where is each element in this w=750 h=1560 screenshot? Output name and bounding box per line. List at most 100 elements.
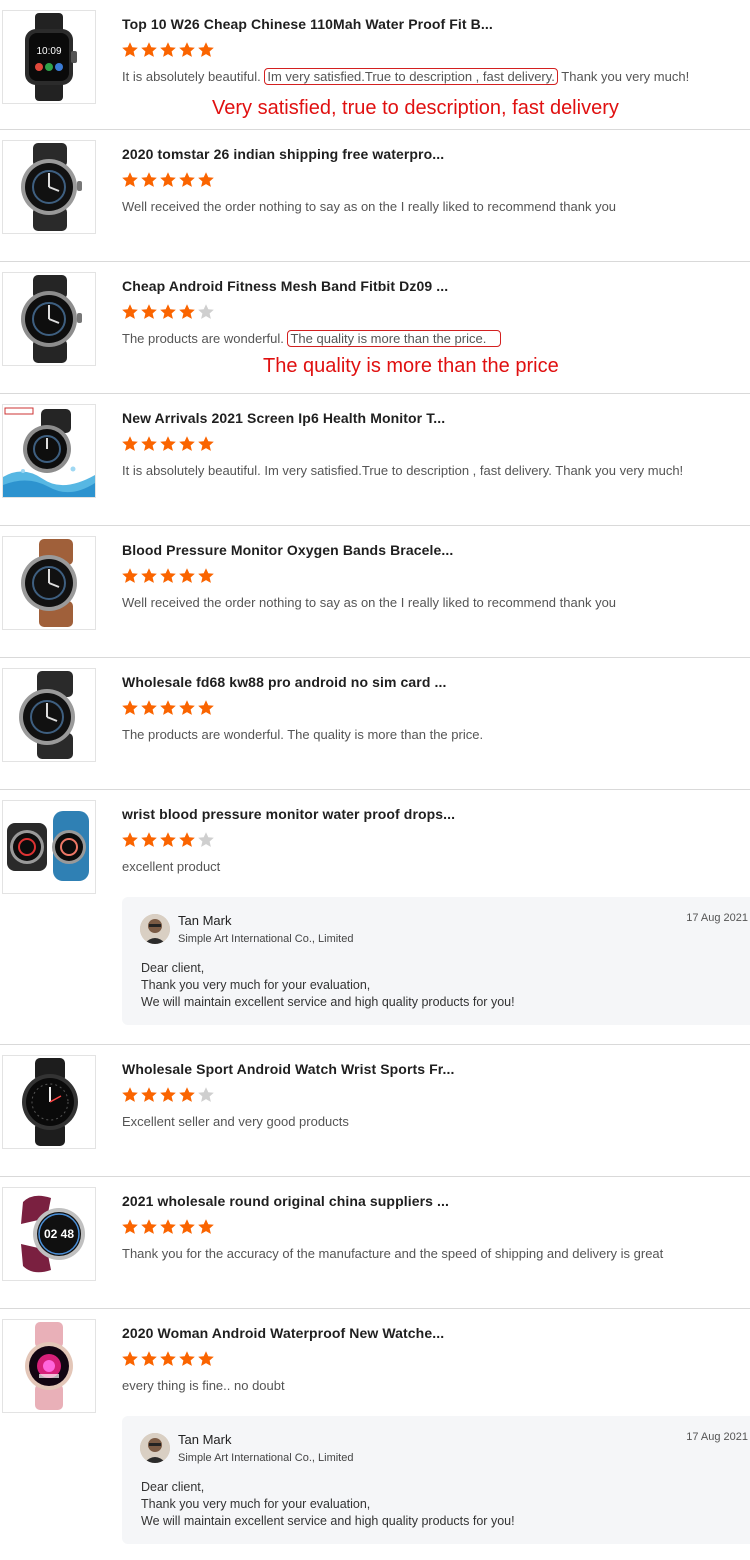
seller-company[interactable]: Simple Art International Co., Limited xyxy=(178,933,353,945)
leather-strap-smartwatch-icon xyxy=(21,539,77,627)
review-comment: The products are wonderful. The quality … xyxy=(122,727,484,742)
black-round-smartwatch-icon xyxy=(22,1058,78,1146)
star-filled-icon xyxy=(160,42,176,57)
star-rating xyxy=(121,831,215,851)
star-filled-icon xyxy=(141,1087,157,1102)
square-smartwatch-icon: 10:09 xyxy=(25,13,77,101)
star-filled-icon xyxy=(122,304,138,319)
two-smartwatches-icon xyxy=(7,811,89,881)
star-rating xyxy=(121,699,215,719)
star-rating xyxy=(121,1350,215,1370)
star-filled-icon xyxy=(198,1219,214,1234)
star-filled-icon xyxy=(122,1087,138,1102)
star-filled-icon xyxy=(179,42,195,57)
star-filled-icon xyxy=(122,700,138,715)
star-filled-icon xyxy=(122,832,138,847)
star-rating xyxy=(121,1218,215,1238)
product-title[interactable]: 2020 Woman Android Waterproof New Watche… xyxy=(122,1325,444,1341)
svg-text:10:09: 10:09 xyxy=(36,46,61,57)
review-item: 2020 Woman Android Waterproof New Watche… xyxy=(0,1309,750,1560)
pink-strap-smartwatch-icon xyxy=(25,1322,73,1410)
star-filled-icon xyxy=(198,436,214,451)
product-thumbnail[interactable] xyxy=(2,140,96,234)
star-filled-icon xyxy=(122,42,138,57)
product-thumbnail[interactable] xyxy=(2,1319,96,1413)
star-filled-icon xyxy=(141,42,157,57)
product-thumbnail[interactable] xyxy=(2,272,96,366)
annotation-callout: The quality is more than the price xyxy=(263,355,559,377)
star-filled-icon xyxy=(179,832,195,847)
star-filled-icon xyxy=(179,1219,195,1234)
product-thumbnail[interactable]: 10:09 xyxy=(2,10,96,104)
star-filled-icon xyxy=(141,172,157,187)
star-filled-icon xyxy=(160,1087,176,1102)
star-filled-icon xyxy=(179,1087,195,1102)
review-comment: Thank you for the accuracy of the manufa… xyxy=(122,1246,664,1261)
star-filled-icon xyxy=(141,436,157,451)
product-thumbnail[interactable]: 02 48 xyxy=(2,1187,96,1281)
product-title[interactable]: wrist blood pressure monitor water proof… xyxy=(122,806,455,822)
product-thumbnail[interactable] xyxy=(2,800,96,894)
review-item: 10:09 Top 10 W26 Cheap Chinese 110Mah Wa… xyxy=(0,0,750,130)
purple-strap-smartwatch-icon: 02 48 xyxy=(21,1195,85,1273)
review-item: Blood Pressure Monitor Oxygen Bands Brac… xyxy=(0,526,750,658)
product-title[interactable]: 2021 wholesale round original china supp… xyxy=(122,1193,449,1209)
star-filled-icon xyxy=(160,700,176,715)
product-thumbnail[interactable] xyxy=(2,404,96,498)
seller-name: Tan Mark xyxy=(178,1432,232,1447)
product-thumbnail[interactable] xyxy=(2,668,96,762)
star-filled-icon xyxy=(141,568,157,583)
star-filled-icon xyxy=(160,832,176,847)
review-item: Wholesale Sport Android Watch Wrist Spor… xyxy=(0,1045,750,1177)
review-comment: The products are wonderful. The quality … xyxy=(122,330,502,347)
star-filled-icon xyxy=(160,568,176,583)
review-item: Cheap Android Fitness Mesh Band Fitbit D… xyxy=(0,262,750,394)
star-filled-icon xyxy=(122,1351,138,1366)
waterproof-smartwatch-icon xyxy=(3,407,95,497)
star-empty-icon xyxy=(198,1087,214,1102)
star-filled-icon xyxy=(160,1351,176,1366)
svg-text:02 48: 02 48 xyxy=(44,1227,74,1241)
review-comment: It is absolutely beautiful. Im very sati… xyxy=(122,68,690,85)
star-filled-icon xyxy=(141,1219,157,1234)
round-smartwatch-icon xyxy=(21,143,82,231)
review-comment: Excellent seller and very good products xyxy=(122,1114,349,1129)
star-filled-icon xyxy=(198,42,214,57)
product-thumbnail[interactable] xyxy=(2,536,96,630)
seller-reply: Tan Mark Simple Art International Co., L… xyxy=(122,897,750,1025)
review-comment: It is absolutely beautiful. Im very sati… xyxy=(122,463,684,478)
product-title[interactable]: Blood Pressure Monitor Oxygen Bands Brac… xyxy=(122,542,453,558)
review-item: Wholesale fd68 kw88 pro android no sim c… xyxy=(0,658,750,790)
star-filled-icon xyxy=(179,436,195,451)
star-empty-icon xyxy=(198,832,214,847)
star-filled-icon xyxy=(179,172,195,187)
star-filled-icon xyxy=(141,832,157,847)
product-title[interactable]: Wholesale fd68 kw88 pro android no sim c… xyxy=(122,674,446,690)
highlight-box: The quality is more than the price. xyxy=(287,330,502,347)
star-filled-icon xyxy=(160,436,176,451)
product-title[interactable]: New Arrivals 2021 Screen Ip6 Health Moni… xyxy=(122,410,445,426)
review-comment: Well received the order nothing to say a… xyxy=(122,595,617,610)
star-filled-icon xyxy=(160,1219,176,1234)
highlight-box: Im very satisfied.True to description , … xyxy=(264,68,558,85)
seller-name: Tan Mark xyxy=(178,913,232,928)
review-comment: every thing is fine.. no doubt xyxy=(122,1378,285,1393)
reply-date: 17 Aug 2021 xyxy=(686,912,748,924)
review-item: wrist blood pressure monitor water proof… xyxy=(0,790,750,1045)
product-title[interactable]: 2020 tomstar 26 indian shipping free wat… xyxy=(122,146,444,162)
star-rating xyxy=(121,567,215,587)
star-filled-icon xyxy=(198,700,214,715)
seller-company[interactable]: Simple Art International Co., Limited xyxy=(178,1452,353,1464)
star-filled-icon xyxy=(198,568,214,583)
product-title[interactable]: Wholesale Sport Android Watch Wrist Spor… xyxy=(122,1061,455,1077)
star-rating xyxy=(121,1086,215,1106)
star-filled-icon xyxy=(160,304,176,319)
product-title[interactable]: Cheap Android Fitness Mesh Band Fitbit D… xyxy=(122,278,448,294)
product-title[interactable]: Top 10 W26 Cheap Chinese 110Mah Water Pr… xyxy=(122,16,493,32)
product-thumbnail[interactable] xyxy=(2,1055,96,1149)
review-comment: Well received the order nothing to say a… xyxy=(122,199,617,214)
avatar xyxy=(140,914,170,944)
star-filled-icon xyxy=(141,700,157,715)
star-filled-icon xyxy=(179,700,195,715)
review-item: New Arrivals 2021 Screen Ip6 Health Moni… xyxy=(0,394,750,526)
